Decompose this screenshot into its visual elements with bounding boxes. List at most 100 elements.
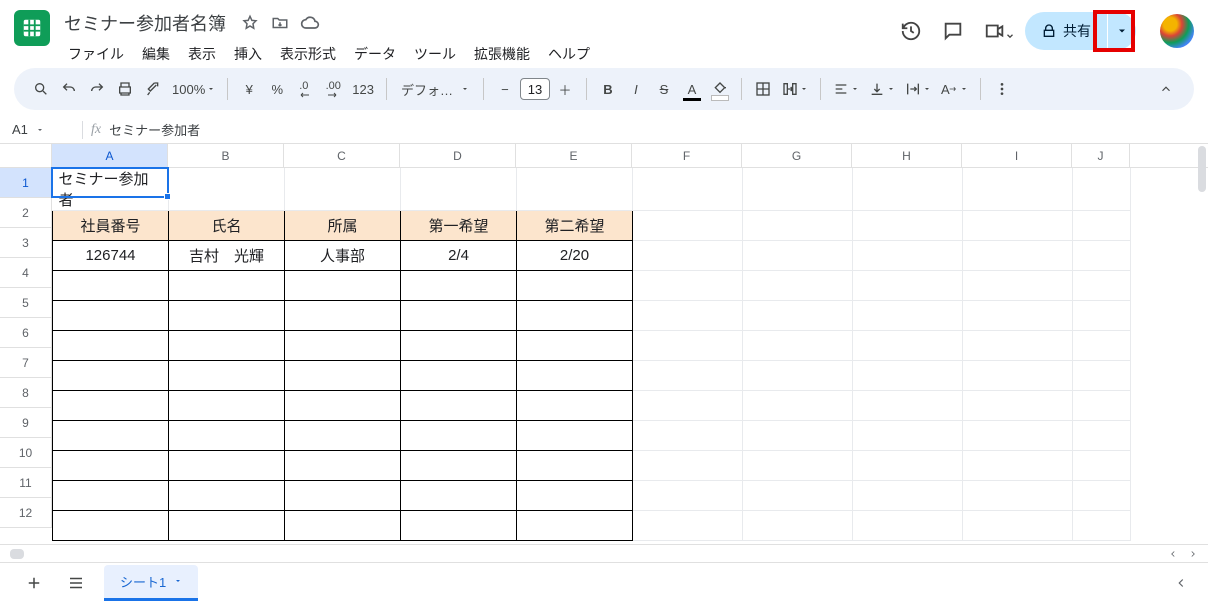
cell-E11[interactable] [517, 481, 633, 511]
format-currency-button[interactable]: ¥ [236, 75, 262, 103]
col-header-I[interactable]: I [962, 144, 1072, 167]
row-header-6[interactable]: 6 [0, 318, 52, 348]
move-folder-icon[interactable] [270, 13, 290, 33]
account-avatar[interactable] [1160, 14, 1194, 48]
cell-H10[interactable] [853, 451, 963, 481]
cell-E8[interactable] [517, 391, 633, 421]
cell-J6[interactable] [1073, 331, 1131, 361]
decrease-font-size-button[interactable]: − [492, 75, 518, 103]
cloud-status-icon[interactable] [300, 13, 320, 33]
cell-B2[interactable]: 氏名 [169, 211, 285, 241]
cell-A11[interactable] [53, 481, 169, 511]
cell-C1[interactable] [285, 168, 401, 211]
row-header-8[interactable]: 8 [0, 378, 52, 408]
menu-0[interactable]: ファイル [60, 40, 132, 68]
cell-C5[interactable] [285, 301, 401, 331]
format-percent-button[interactable]: % [264, 75, 290, 103]
more-formats-button[interactable]: 123 [348, 75, 378, 103]
merge-cells-button[interactable] [778, 75, 812, 103]
cell-A4[interactable] [53, 271, 169, 301]
cell-E5[interactable] [517, 301, 633, 331]
select-all-corner[interactable] [0, 144, 52, 167]
cell-J9[interactable] [1073, 421, 1131, 451]
cell-J4[interactable] [1073, 271, 1131, 301]
cell-J11[interactable] [1073, 481, 1131, 511]
row-header-7[interactable]: 7 [0, 348, 52, 378]
menu-3[interactable]: 挿入 [226, 40, 270, 68]
horizontal-align-button[interactable] [829, 75, 863, 103]
print-button[interactable] [112, 75, 138, 103]
cell-F6[interactable] [633, 331, 743, 361]
cell-B7[interactable] [169, 361, 285, 391]
add-sheet-button[interactable] [20, 569, 48, 597]
vertical-scrollbar[interactable] [1198, 146, 1206, 192]
menu-7[interactable]: 拡張機能 [466, 40, 538, 68]
cell-J7[interactable] [1073, 361, 1131, 391]
col-header-A[interactable]: A [52, 144, 168, 167]
cell-H4[interactable] [853, 271, 963, 301]
col-header-F[interactable]: F [632, 144, 742, 167]
cell-D11[interactable] [401, 481, 517, 511]
cell-F11[interactable] [633, 481, 743, 511]
cell-B10[interactable] [169, 451, 285, 481]
borders-button[interactable] [750, 75, 776, 103]
cell-I12[interactable] [963, 511, 1073, 541]
cell-H2[interactable] [853, 211, 963, 241]
cell-C9[interactable] [285, 421, 401, 451]
cell-G2[interactable] [743, 211, 853, 241]
cell-E7[interactable] [517, 361, 633, 391]
cell-I6[interactable] [963, 331, 1073, 361]
col-header-C[interactable]: C [284, 144, 400, 167]
cell-J1[interactable] [1073, 168, 1131, 211]
cell-G4[interactable] [743, 271, 853, 301]
fill-handle[interactable] [164, 193, 171, 200]
cell-D1[interactable] [401, 168, 517, 211]
cell-C8[interactable] [285, 391, 401, 421]
cell-E12[interactable] [517, 511, 633, 541]
cell-A10[interactable] [53, 451, 169, 481]
share-button[interactable]: 共有 [1025, 12, 1107, 50]
cell-D2[interactable]: 第一希望 [401, 211, 517, 241]
cell-I4[interactable] [963, 271, 1073, 301]
cell-A2[interactable]: 社員番号 [53, 211, 169, 241]
col-header-D[interactable]: D [400, 144, 516, 167]
cell-C11[interactable] [285, 481, 401, 511]
vertical-align-button[interactable] [865, 75, 899, 103]
horizontal-scrollbar[interactable] [0, 544, 1208, 562]
row-header-3[interactable]: 3 [0, 228, 52, 258]
cell-J10[interactable] [1073, 451, 1131, 481]
cell-A6[interactable] [53, 331, 169, 361]
cell-G11[interactable] [743, 481, 853, 511]
row-header-9[interactable]: 9 [0, 408, 52, 438]
cell-C3[interactable]: 人事部 [285, 241, 401, 271]
all-sheets-button[interactable] [62, 569, 90, 597]
cell-B9[interactable] [169, 421, 285, 451]
scroll-right-icon[interactable] [1188, 549, 1198, 559]
sheets-logo[interactable] [14, 10, 50, 46]
cell-H3[interactable] [853, 241, 963, 271]
cell-C7[interactable] [285, 361, 401, 391]
cell-G10[interactable] [743, 451, 853, 481]
share-dropdown-button[interactable] [1108, 12, 1136, 50]
cell-D12[interactable] [401, 511, 517, 541]
font-family-dropdown[interactable]: デフォ… [395, 75, 475, 103]
cell-G3[interactable] [743, 241, 853, 271]
cell-F2[interactable] [633, 211, 743, 241]
cell-I5[interactable] [963, 301, 1073, 331]
cell-H7[interactable] [853, 361, 963, 391]
menu-1[interactable]: 編集 [134, 40, 178, 68]
cell-D3[interactable]: 2/4 [401, 241, 517, 271]
row-header-2[interactable]: 2 [0, 198, 52, 228]
cell-D4[interactable] [401, 271, 517, 301]
undo-button[interactable] [56, 75, 82, 103]
cell-E6[interactable] [517, 331, 633, 361]
cell-B12[interactable] [169, 511, 285, 541]
bold-button[interactable]: B [595, 75, 621, 103]
cell-E4[interactable] [517, 271, 633, 301]
col-header-G[interactable]: G [742, 144, 852, 167]
cell-I9[interactable] [963, 421, 1073, 451]
cell-H6[interactable] [853, 331, 963, 361]
cell-C2[interactable]: 所属 [285, 211, 401, 241]
history-icon[interactable] [899, 19, 923, 43]
cell-D10[interactable] [401, 451, 517, 481]
